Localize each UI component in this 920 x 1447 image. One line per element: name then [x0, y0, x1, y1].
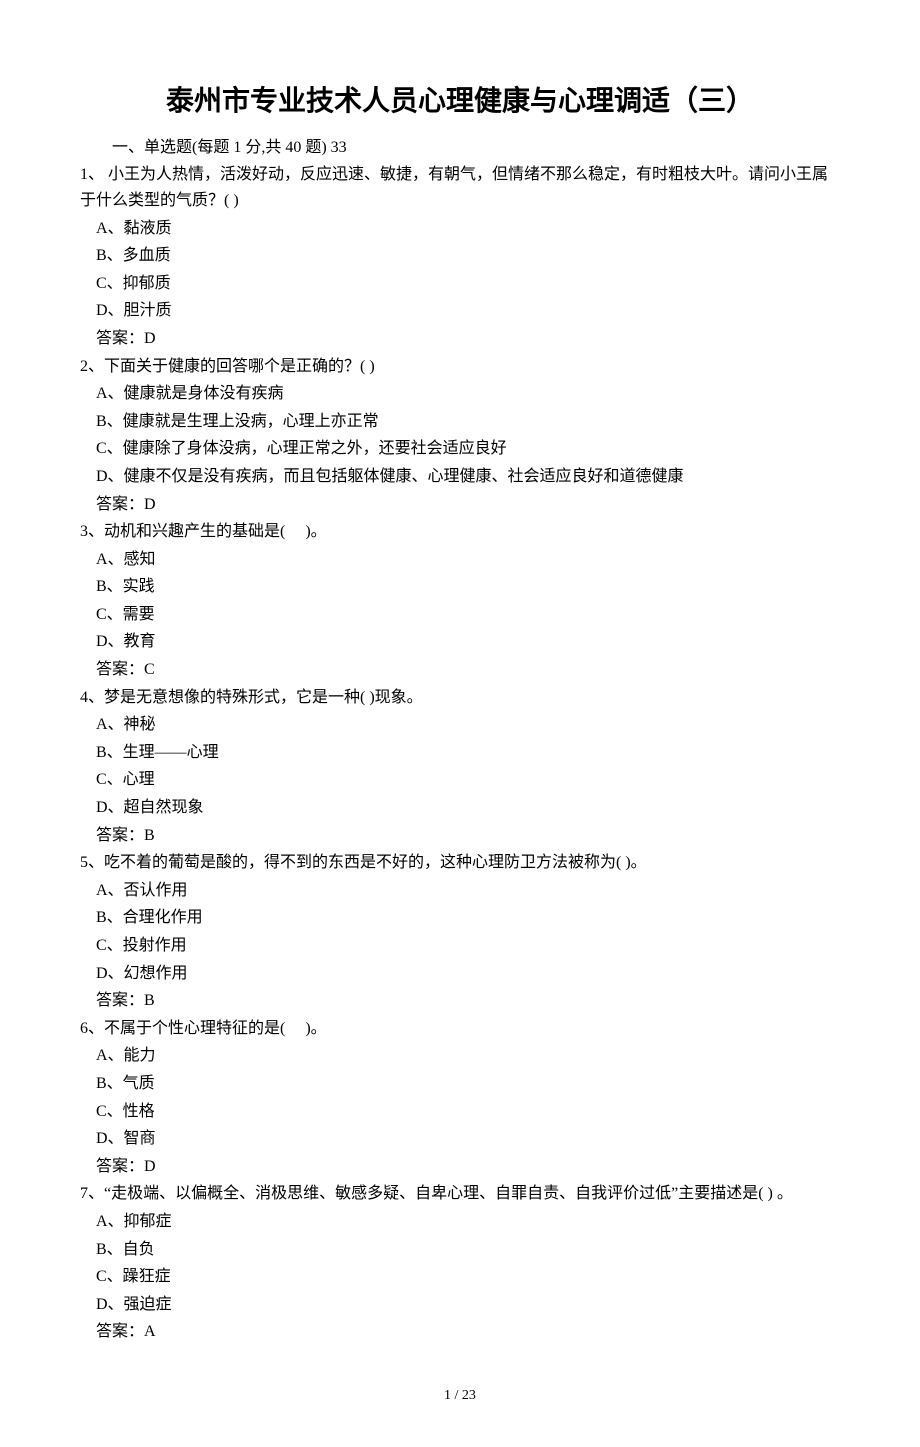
question-num: 6、: [80, 1020, 104, 1037]
option-a: A、否认作用: [80, 878, 840, 904]
option-b: B、健康就是生理上没病，心理上亦正常: [80, 409, 840, 435]
option-c: C、躁狂症: [80, 1264, 840, 1290]
option-b: B、实践: [80, 574, 840, 600]
option-a: A、黏液质: [80, 216, 840, 242]
option-d: D、幻想作用: [80, 961, 840, 987]
option-a: A、能力: [80, 1043, 840, 1069]
option-c: C、心理: [80, 767, 840, 793]
option-b: B、生理——心理: [80, 740, 840, 766]
question-num: 3、: [80, 523, 104, 540]
option-d: D、胆汁质: [80, 298, 840, 324]
option-c: C、性格: [80, 1099, 840, 1125]
question-text: 吃不着的葡萄是酸的，得不到的东西是不好的，这种心理防卫方法被称为( )。: [104, 854, 647, 871]
option-b: B、合理化作用: [80, 905, 840, 931]
option-a: A、抑郁症: [80, 1209, 840, 1235]
option-c: C、需要: [80, 602, 840, 628]
question-num: 4、: [80, 689, 104, 706]
question-block-5: 5、吃不着的葡萄是酸的，得不到的东西是不好的，这种心理防卫方法被称为( )。 A…: [80, 850, 840, 1014]
page-title: 泰州市专业技术人员心理健康与心理调适（三）: [80, 80, 840, 125]
section-header: 一、单选题(每题 1 分,共 40 题) 33: [80, 135, 840, 161]
question-block-2: 2、下面关于健康的回答哪个是正确的？( ) A、健康就是身体没有疾病 B、健康就…: [80, 354, 840, 518]
answer: 答案：A: [80, 1319, 840, 1345]
option-d: D、强迫症: [80, 1292, 840, 1318]
question-block-3: 3、动机和兴趣产生的基础是( )。 A、感知 B、实践 C、需要 D、教育 答案…: [80, 519, 840, 683]
question-text: “走极端、以偏概全、消极思维、敏感多疑、自卑心理、自罪自责、自我评价过低”主要描…: [104, 1185, 793, 1202]
question-block-6: 6、不属于个性心理特征的是( )。 A、能力 B、气质 C、性格 D、智商 答案…: [80, 1016, 840, 1180]
option-a: A、健康就是身体没有疾病: [80, 381, 840, 407]
answer: 答案：D: [80, 326, 840, 352]
question-text: 动机和兴趣产生的基础是( )。: [104, 523, 327, 540]
question-num: 5、: [80, 854, 104, 871]
answer: 答案：D: [80, 492, 840, 518]
question-num: 7、: [80, 1185, 104, 1202]
answer: 答案：B: [80, 823, 840, 849]
option-c: C、健康除了身体没病，心理正常之外，还要社会适应良好: [80, 436, 840, 462]
question-num: 2、: [80, 358, 104, 375]
question-text: 小王为人热情，活泼好动，反应迅速、敏捷，有朝气，但情绪不那么稳定，有时粗枝大叶。…: [80, 166, 828, 209]
question-block-7: 7、“走极端、以偏概全、消极思维、敏感多疑、自卑心理、自罪自责、自我评价过低”主…: [80, 1181, 840, 1345]
option-c: C、投射作用: [80, 933, 840, 959]
option-d: D、健康不仅是没有疾病，而且包括躯体健康、心理健康、社会适应良好和道德健康: [80, 464, 840, 490]
option-b: B、气质: [80, 1071, 840, 1097]
option-a: A、神秘: [80, 712, 840, 738]
answer: 答案：D: [80, 1154, 840, 1180]
question-num: 1、: [80, 166, 104, 183]
option-b: B、多血质: [80, 243, 840, 269]
question-text: 下面关于健康的回答哪个是正确的？( ): [104, 358, 375, 375]
option-c: C、抑郁质: [80, 271, 840, 297]
option-d: D、超自然现象: [80, 795, 840, 821]
question-text: 不属于个性心理特征的是( )。: [104, 1020, 327, 1037]
page-footer: 1 / 23: [80, 1385, 840, 1407]
option-a: A、感知: [80, 547, 840, 573]
option-d: D、智商: [80, 1126, 840, 1152]
option-d: D、教育: [80, 629, 840, 655]
answer: 答案：C: [80, 657, 840, 683]
answer: 答案：B: [80, 988, 840, 1014]
question-block-4: 4、梦是无意想像的特殊形式，它是一种( )现象。 A、神秘 B、生理——心理 C…: [80, 685, 840, 849]
question-text: 梦是无意想像的特殊形式，它是一种( )现象。: [104, 689, 423, 706]
option-b: B、自负: [80, 1237, 840, 1263]
question-block-1: 1、 小王为人热情，活泼好动，反应迅速、敏捷，有朝气，但情绪不那么稳定，有时粗枝…: [80, 162, 840, 351]
